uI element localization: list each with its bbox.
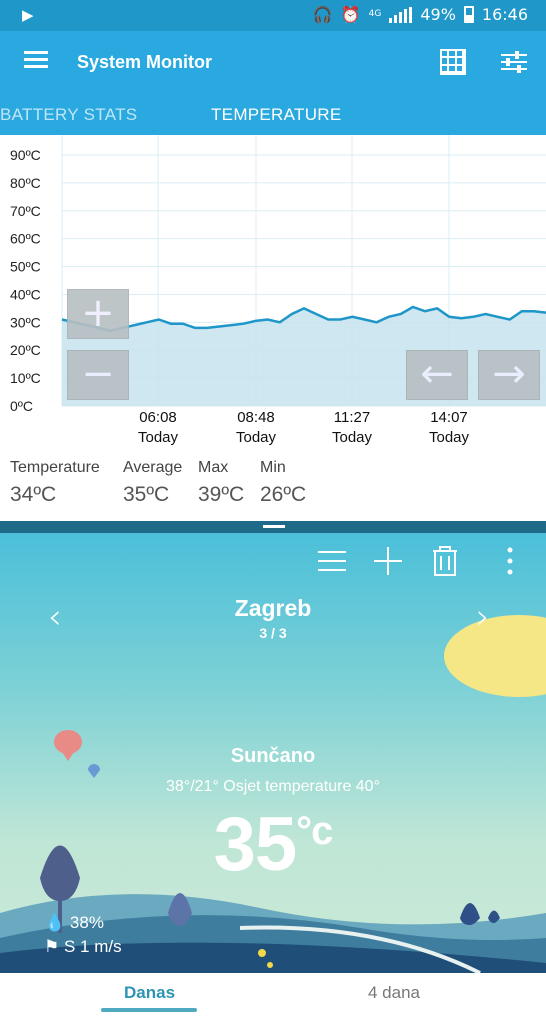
zoom-out-button[interactable]: −	[67, 350, 129, 400]
menu-icon[interactable]	[24, 51, 48, 69]
scroll-right-button[interactable]: →	[478, 350, 540, 400]
stat-value: 26ºC	[260, 483, 307, 506]
zoom-in-button[interactable]: +	[67, 289, 129, 339]
y-tick-label: 0ºC	[10, 398, 33, 414]
y-tick-label: 90ºC	[10, 147, 41, 163]
status-bar: ▶ 🎧 ⏰ 4G 49% 16:46	[0, 0, 546, 31]
y-tick-label: 40ºC	[10, 286, 41, 302]
x-tick-day: Today	[236, 429, 277, 446]
x-tick-time: 11:27	[334, 409, 370, 426]
stat-label: Temperature	[10, 459, 100, 476]
temperature-value: 35	[213, 802, 298, 887]
tab-bar: BATTERY STATS TEMPERATURE	[0, 95, 546, 135]
weather-condition: Sunčano	[230, 745, 316, 767]
stat-min: Min 26ºC	[260, 459, 306, 507]
app-bar: System Monitor	[0, 31, 546, 95]
headphones-icon: 🎧	[312, 5, 333, 24]
weather-panel: ‹ › Zagreb 3 / 3 Sunčano 38°/21° Osjet t…	[0, 533, 546, 973]
y-tick-label: 70ºC	[10, 203, 41, 219]
tab-battery-stats[interactable]: BATTERY STATS	[0, 105, 137, 125]
y-tick-label: 30ºC	[10, 314, 41, 330]
humidity: 💧 38%	[44, 913, 104, 933]
tab-4-days[interactable]: 4 dana	[368, 983, 420, 1003]
wind: ⚑ S 1 m/s	[44, 937, 122, 957]
stat-label: Min	[260, 459, 286, 476]
humidity-value: 38%	[69, 913, 104, 932]
divider-handle[interactable]	[263, 525, 285, 528]
stat-temperature: Temperature 34ºC	[10, 459, 100, 507]
y-tick-label: 80ºC	[10, 175, 41, 191]
stat-label: Average	[123, 459, 183, 476]
split-screen-divider[interactable]	[0, 521, 546, 533]
wind-value: S 1 m/s	[63, 937, 122, 956]
stat-value: 35ºC	[123, 483, 170, 506]
x-tick-day: Today	[138, 429, 179, 446]
x-tick-time: 06:08	[139, 409, 177, 426]
x-tick-day: Today	[332, 429, 373, 446]
stat-average: Average 35ºC	[123, 459, 182, 507]
app-title: System Monitor	[77, 52, 213, 72]
battery-icon	[463, 6, 474, 23]
status-icons: 🎧 ⏰ 4G 49% 16:46	[313, 5, 528, 24]
alarm-icon: ⏰	[340, 5, 361, 24]
stat-value: 39ºC	[198, 483, 245, 506]
y-tick-label: 50ºC	[10, 259, 41, 275]
temperature-stats: Temperature 34ºC Average 35ºC Max 39ºC M…	[0, 455, 546, 521]
y-tick-label: 60ºC	[10, 231, 41, 247]
settings-sliders-icon[interactable]	[501, 50, 527, 74]
temperature-unit: °c	[296, 809, 333, 853]
battery-percent: 49%	[420, 5, 456, 24]
signal-icon	[389, 6, 413, 23]
tab-today[interactable]: Danas	[124, 983, 175, 1003]
stat-max: Max 39ºC	[198, 459, 244, 507]
active-tab-indicator	[101, 1008, 197, 1012]
x-tick-day: Today	[429, 429, 470, 446]
play-icon: ▶	[22, 6, 34, 24]
scroll-left-button[interactable]: ←	[406, 350, 468, 400]
bottom-tab-bar: Danas 4 dana	[0, 973, 546, 1024]
network-type-label: 4G	[368, 9, 382, 19]
feels-like-text: 38°/21° Osjet temperature 40°	[166, 778, 380, 795]
current-temperature: 35°c	[0, 801, 546, 888]
y-tick-label: 10ºC	[10, 370, 41, 386]
flag-icon: ⚑	[44, 937, 60, 956]
grid-icon[interactable]	[440, 49, 466, 75]
y-tick-label: 20ºC	[10, 342, 41, 358]
stat-value: 34ºC	[10, 483, 57, 506]
stat-label: Max	[198, 459, 229, 476]
drop-icon: 💧	[44, 913, 66, 932]
tab-temperature[interactable]: TEMPERATURE	[211, 105, 342, 125]
x-tick-time: 08:48	[237, 409, 275, 426]
x-tick-time: 14:07	[430, 409, 468, 426]
clock: 16:46	[481, 5, 528, 24]
temperature-chart: 90ºC 80ºC 70ºC 60ºC 50ºC 40ºC 30ºC 20ºC 10ºC 0ºC 0…	[0, 135, 546, 455]
